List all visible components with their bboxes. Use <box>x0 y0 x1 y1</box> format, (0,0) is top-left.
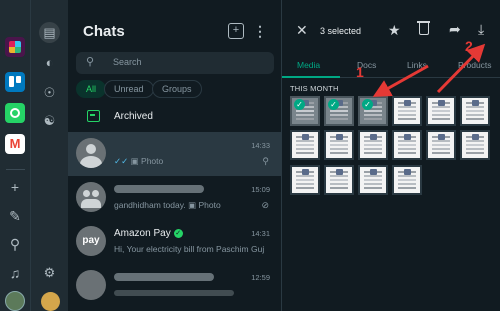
forward-icon[interactable]: ➦ <box>449 21 461 38</box>
gmail-icon[interactable] <box>5 134 25 154</box>
avatar[interactable] <box>5 291 25 311</box>
close-icon[interactable]: ✕ <box>296 23 310 37</box>
contact-name-redacted <box>114 185 204 193</box>
media-tabs: Media Docs Links Products <box>282 54 500 78</box>
annotation-label-1: 1 <box>356 64 364 80</box>
checkmark-icon: ✓ <box>362 99 373 110</box>
media-thumbnail[interactable] <box>358 130 388 160</box>
chat-row[interactable]: ✓✓ ▣ Photo 14:33 ⚲ <box>68 132 282 176</box>
camera-icon: ▣ <box>130 156 139 166</box>
media-thumbnail[interactable] <box>358 165 388 195</box>
archived-label: Archived <box>114 111 153 122</box>
message-preview: Hi, Your electricity bill from Paschim G… <box>114 244 264 254</box>
search-icon: ⚲ <box>86 56 95 68</box>
profile-avatar[interactable] <box>41 292 60 311</box>
delete-icon[interactable] <box>417 21 430 35</box>
trello-icon[interactable] <box>5 72 25 92</box>
media-thumbnail[interactable] <box>290 130 320 160</box>
message-preview: gandhidham today. ▣ Photo <box>114 200 221 210</box>
muted-icon: ⊘ <box>261 200 269 210</box>
filter-all[interactable]: All <box>76 80 107 98</box>
chat-list-panel: Chats + ⋮ ⚲ Search All Unread Groups Arc… <box>68 0 282 311</box>
whatsapp-nav-rail: ▤ ◐ ☉ ☯ ⚙ <box>31 0 68 311</box>
communities-icon[interactable]: ☯ <box>39 110 60 131</box>
timestamp: 15:09 <box>251 185 270 194</box>
checkmark-icon: ✓ <box>294 99 305 110</box>
tab-links[interactable]: Links <box>407 60 427 70</box>
screen: + ✎ ⚲ ♫ ▤ ◐ ☉ ☯ ⚙ Chats + ⋮ ⚲ Search All… <box>0 0 500 311</box>
media-thumbnail[interactable] <box>392 165 422 195</box>
active-tab-indicator <box>282 76 340 78</box>
chat-row[interactable]: 12:59 <box>68 264 282 308</box>
channels-icon[interactable]: ☉ <box>39 82 60 103</box>
selected-count: 3 selected <box>320 26 362 36</box>
new-chat-icon[interactable]: + <box>228 23 244 39</box>
message-preview: ✓✓ ▣ Photo <box>114 156 164 166</box>
timestamp: 12:59 <box>251 273 270 282</box>
media-thumbnail[interactable] <box>392 96 422 126</box>
section-label: THIS MONTH <box>290 84 339 93</box>
annotation-label-2: 2 <box>465 38 473 54</box>
dock-divider <box>6 169 25 170</box>
extensions-icon[interactable]: ✎ <box>6 207 24 225</box>
camera-icon: ▣ <box>188 200 197 210</box>
media-thumbnail[interactable] <box>460 96 490 126</box>
checkmark-icon: ✓ <box>328 99 339 110</box>
media-thumbnail[interactable]: ✓ <box>358 96 388 126</box>
avatar <box>76 138 106 168</box>
more-options-icon[interactable]: ⋮ <box>252 23 268 39</box>
star-icon[interactable]: ★ <box>388 22 401 39</box>
chat-row[interactable]: pay Amazon Pay ✓ Hi, Your electricity bil… <box>68 220 282 264</box>
avatar <box>76 270 106 300</box>
group-avatar <box>76 182 106 212</box>
filter-groups[interactable]: Groups <box>152 80 202 98</box>
media-thumbnail[interactable]: ✓ <box>324 96 354 126</box>
whatsapp-icon[interactable] <box>5 103 25 123</box>
chat-row[interactable]: gandhidham today. ▣ Photo 15:09 ⊘ <box>68 176 282 220</box>
media-thumbnail[interactable] <box>460 130 490 160</box>
bell-icon[interactable]: ♫ <box>6 264 24 282</box>
media-thumbnail[interactable]: ✓ <box>290 96 320 126</box>
contact-name-redacted <box>114 273 214 281</box>
search-input[interactable]: ⚲ Search <box>76 52 274 74</box>
read-ticks-icon: ✓✓ <box>114 156 129 166</box>
timestamp: 14:31 <box>251 229 270 238</box>
tab-media[interactable]: Media <box>297 60 320 70</box>
app-dock: + ✎ ⚲ ♫ <box>0 0 31 311</box>
add-icon[interactable]: + <box>6 178 24 196</box>
media-thumbnail[interactable] <box>290 165 320 195</box>
filter-unread[interactable]: Unread <box>104 80 154 98</box>
page-title: Chats <box>83 23 125 40</box>
amazon-pay-avatar: pay <box>76 226 106 256</box>
media-thumbnail[interactable] <box>426 130 456 160</box>
message-preview-redacted <box>114 290 234 296</box>
status-icon[interactable]: ◐ <box>39 52 60 73</box>
search-placeholder: Search <box>113 57 142 67</box>
verified-icon: ✓ <box>173 228 183 238</box>
media-thumbnail[interactable] <box>426 96 456 126</box>
download-icon[interactable]: ⤓ <box>478 21 484 38</box>
contact-name: Amazon Pay ✓ <box>114 228 183 239</box>
search-icon[interactable]: ⚲ <box>6 235 24 253</box>
media-thumbnail[interactable] <box>324 165 354 195</box>
chats-icon[interactable]: ▤ <box>39 22 60 43</box>
archive-icon <box>87 110 100 122</box>
media-thumbnail[interactable] <box>324 130 354 160</box>
media-thumbnail[interactable] <box>392 130 422 160</box>
archived-row[interactable]: Archived <box>68 104 282 130</box>
pin-icon: ⚲ <box>262 156 269 166</box>
slack-icon[interactable] <box>5 37 25 57</box>
timestamp: 14:33 <box>251 141 270 150</box>
settings-icon[interactable]: ⚙ <box>39 262 60 283</box>
tab-products[interactable]: Products <box>458 60 492 70</box>
